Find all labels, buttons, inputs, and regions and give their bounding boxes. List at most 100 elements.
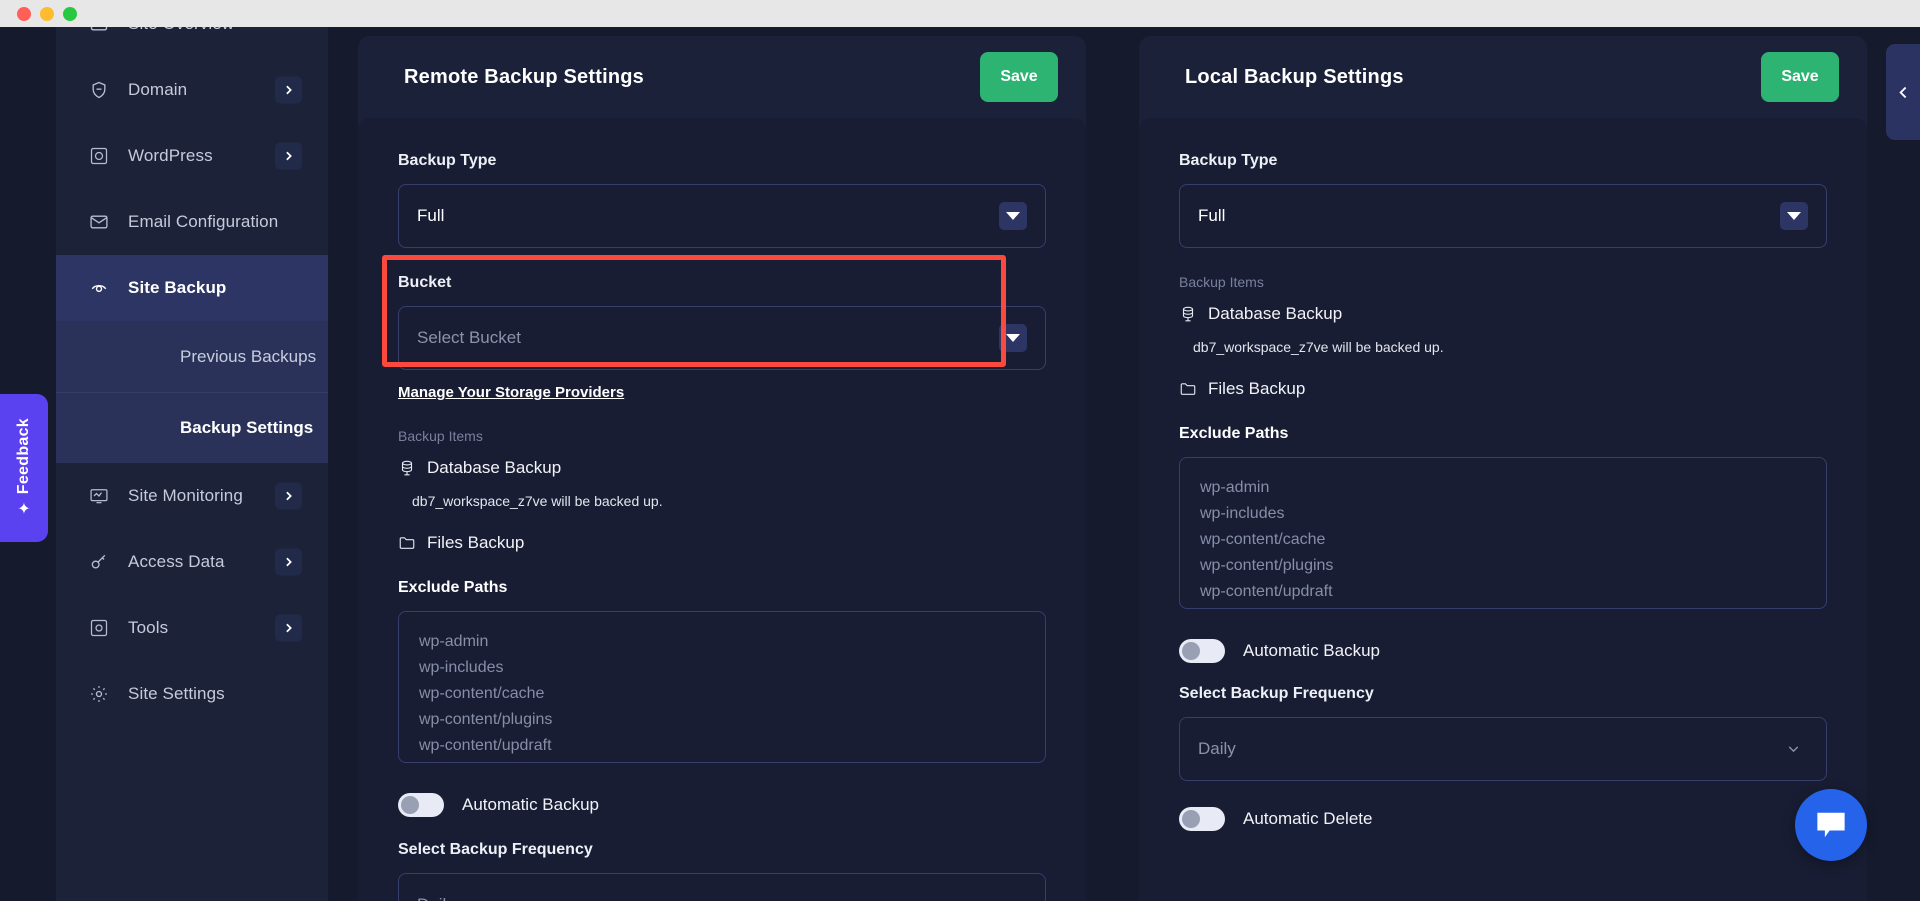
sidebar-item-tools[interactable]: Tools	[56, 595, 328, 661]
remote-automatic-backup-label: Automatic Backup	[462, 795, 600, 814]
sidebar-item-access-data[interactable]: Access Data	[56, 529, 328, 595]
local-exclude-paths-label: Exclude Paths	[1179, 425, 1289, 442]
sidebar-item-label: Site Settings	[128, 684, 225, 703]
window-titlebar	[0, 0, 1920, 27]
sidebar-item-label: Tools	[128, 618, 169, 637]
remote-files-backup-label: Files Backup	[427, 533, 525, 552]
sidebar-item-site-overview[interactable]: Site Overview	[56, 27, 328, 57]
shield-icon	[88, 79, 110, 101]
local-database-backup-item: Database Backup	[1179, 304, 1827, 324]
feedback-label: Feedback	[15, 417, 32, 495]
local-frequency-select[interactable]: Daily	[1179, 717, 1827, 781]
sidebar-item-label: Access Data	[128, 552, 225, 571]
remote-backup-settings-panel: Remote Backup Settings Save Backup Type …	[358, 36, 1086, 901]
local-files-backup-item: Files Backup	[1179, 379, 1827, 399]
sidebar-item-label: Email Configuration	[128, 212, 279, 231]
exclude-path-line: wp-includes	[419, 659, 504, 676]
database-icon	[1179, 305, 1198, 324]
remote-save-button[interactable]: Save	[980, 52, 1058, 102]
chat-widget-button[interactable]	[1795, 789, 1867, 861]
local-automatic-delete-toggle[interactable]	[1179, 807, 1225, 831]
remote-automatic-backup-toggle[interactable]	[398, 793, 444, 817]
wordpress-icon	[88, 145, 110, 167]
page-title: Remote Backup Settings	[404, 65, 645, 88]
sidebar-item-label: Domain	[128, 80, 188, 99]
chevron-right-icon[interactable]	[275, 548, 302, 576]
remote-database-note: db7_workspace_z7ve will be backed up.	[412, 493, 663, 509]
sidebar-item-domain[interactable]: Domain	[56, 57, 328, 123]
remote-panel-body: Backup Type Full Bucket Select Bucket Ma…	[358, 118, 1086, 901]
local-backup-type-label: Backup Type	[1179, 152, 1278, 169]
folder-icon	[1179, 380, 1198, 399]
local-automatic-backup-toggle[interactable]	[1179, 639, 1225, 663]
window-close-button[interactable]	[17, 6, 31, 21]
exclude-path-line: wp-content/upload	[419, 759, 1025, 762]
sidebar: Site Overview Domain WordPress	[56, 27, 328, 901]
panel-collapse-button[interactable]	[1886, 44, 1920, 140]
chevron-right-icon[interactable]	[275, 142, 302, 170]
local-automatic-backup-row: Automatic Backup	[1179, 639, 1827, 663]
local-panel-body: Backup Type Full Backup Items Database B…	[1139, 118, 1867, 901]
sidebar-item-label: Site Overview	[128, 27, 234, 34]
app-root: Site Overview Domain WordPress	[0, 0, 1920, 901]
sidebar-subitem-backup-settings[interactable]: Backup Settings	[56, 392, 328, 463]
sidebar-item-wordpress[interactable]: WordPress	[56, 123, 328, 189]
chat-bubble-icon	[1817, 812, 1845, 838]
bucket-select[interactable]: Select Bucket	[398, 306, 1046, 370]
tools-icon	[88, 617, 110, 639]
exclude-path-line: wp-content/updraft	[1200, 583, 1333, 600]
remote-panel-header: Remote Backup Settings Save	[358, 36, 1086, 118]
exclude-path-line: wp-admin	[419, 633, 489, 650]
chevron-right-icon[interactable]	[275, 76, 302, 104]
remote-automatic-backup-row: Automatic Backup	[398, 793, 1046, 817]
sidebar-subitem-previous-backups[interactable]: Previous Backups	[56, 321, 328, 392]
remote-frequency-value: Daily	[417, 895, 455, 901]
exclude-path-line: wp-content/cache	[419, 685, 545, 702]
local-frequency-value: Daily	[1198, 739, 1236, 758]
gear-icon	[88, 683, 110, 705]
manage-storage-providers-link[interactable]: Manage Your Storage Providers	[398, 384, 624, 401]
sidebar-item-site-settings[interactable]: Site Settings	[56, 661, 328, 727]
chevron-down-icon[interactable]	[999, 202, 1027, 230]
sidebar-subitem-label: Previous Backups	[180, 346, 317, 366]
sidebar-item-label: Site Backup	[128, 278, 227, 297]
monitor-icon	[88, 485, 110, 507]
remote-exclude-paths-textarea[interactable]: wp-admin wp-includes wp-content/cache wp…	[398, 611, 1046, 763]
sidebar-item-email-configuration[interactable]: Email Configuration	[56, 189, 328, 255]
chevron-right-icon[interactable]	[275, 614, 302, 642]
database-icon	[398, 459, 417, 478]
local-frequency-label: Select Backup Frequency	[1179, 685, 1374, 702]
sidebar-item-site-overview-clipped: Site Overview	[56, 27, 328, 57]
exclude-path-line: wp-content/upload	[1200, 605, 1806, 608]
remote-frequency-select[interactable]: Daily	[398, 873, 1046, 901]
bucket-placeholder: Select Bucket	[417, 328, 521, 347]
local-backup-settings-panel: Local Backup Settings Save Backup Type F…	[1139, 36, 1867, 901]
local-backup-type-select[interactable]: Full	[1179, 184, 1827, 248]
key-icon	[88, 551, 110, 573]
local-automatic-delete-label: Automatic Delete	[1243, 809, 1373, 828]
remote-backup-type-value: Full	[417, 206, 445, 225]
remote-backup-items-label: Backup Items	[398, 428, 483, 444]
local-database-backup-label: Database Backup	[1208, 304, 1343, 323]
remote-exclude-paths-label: Exclude Paths	[398, 579, 508, 596]
chevron-right-icon[interactable]	[275, 482, 302, 510]
chevron-down-icon[interactable]	[1785, 741, 1802, 758]
remote-database-backup-item: Database Backup	[398, 458, 1046, 478]
local-exclude-paths-textarea[interactable]: wp-admin wp-includes wp-content/cache wp…	[1179, 457, 1827, 609]
remote-backup-type-select[interactable]: Full	[398, 184, 1046, 248]
sidebar-item-site-monitoring[interactable]: Site Monitoring	[56, 463, 328, 529]
chevron-down-icon[interactable]	[1004, 897, 1021, 901]
local-save-button[interactable]: Save	[1761, 52, 1839, 102]
feedback-tab[interactable]: Feedback ✦	[0, 394, 48, 542]
remote-frequency-label: Select Backup Frequency	[398, 841, 593, 858]
local-automatic-delete-row: Automatic Delete	[1179, 807, 1827, 831]
exclude-path-line: wp-admin	[1200, 479, 1270, 496]
sidebar-item-site-backup[interactable]: Site Backup	[56, 255, 328, 321]
local-database-note: db7_workspace_z7ve will be backed up.	[1193, 339, 1444, 355]
local-page-title: Local Backup Settings	[1185, 65, 1404, 88]
local-backup-items-label: Backup Items	[1179, 274, 1264, 290]
chevron-down-icon[interactable]	[1780, 202, 1808, 230]
window-maximize-button[interactable]	[63, 6, 77, 21]
window-minimize-button[interactable]	[40, 6, 54, 21]
chevron-down-icon[interactable]	[999, 324, 1027, 352]
